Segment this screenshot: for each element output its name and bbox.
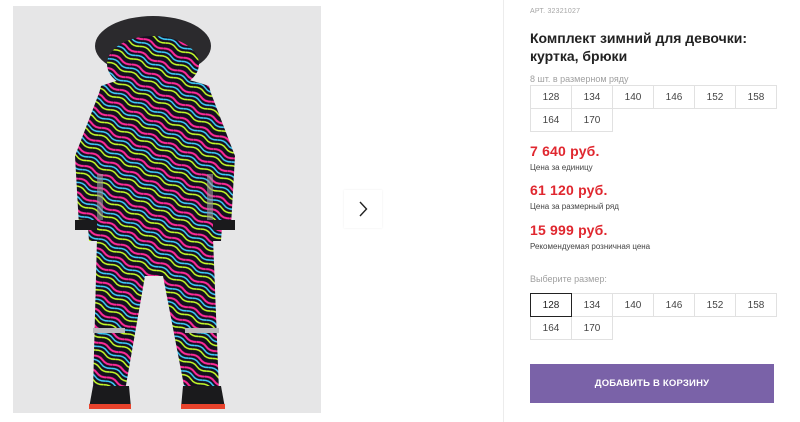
pack-label: 8 шт. в размерном ряду [530,74,629,84]
article-label: АРТ. [530,8,546,15]
pack-size-cell: 140 [612,85,654,109]
size-option-selected[interactable]: 128 [530,293,572,317]
pack-size-cell: 128 [530,85,572,109]
unit-price-caption: Цена за единицу [530,163,593,172]
size-option[interactable]: 158 [735,293,777,317]
pack-size-cell: 164 [530,108,572,132]
size-select-label: Выберите размер: [530,274,607,284]
size-option[interactable]: 140 [612,293,654,317]
product-title: Комплект зимний для девочки: куртка, брю… [530,30,747,64]
article-number: АРТ. 32321027 [530,8,580,15]
pack-size-cell: 146 [653,85,695,109]
chevron-right-icon [359,201,368,217]
article-value: 32321027 [547,8,581,15]
retail-price-caption: Рекомендуемая розничная цена [530,242,651,251]
pack-size-cell: 158 [735,85,777,109]
pack-size-cell: 152 [694,85,736,109]
size-option[interactable]: 146 [653,293,695,317]
size-option[interactable]: 152 [694,293,736,317]
size-row-price-caption: Цена за размерный ряд [530,202,619,211]
column-divider [503,0,504,422]
add-to-cart-button[interactable]: ДОБАВИТЬ В КОРЗИНУ [530,364,774,403]
size-option[interactable]: 164 [530,316,572,340]
retail-price: 15 999 руб. [530,222,608,238]
size-option[interactable]: 170 [571,316,613,340]
size-selector: 128 134 140 146 152 158 164 170 [530,293,777,340]
pack-size-cell: 134 [571,85,613,109]
product-gallery [0,0,503,422]
next-image-button[interactable] [344,190,382,228]
pack-size-grid: 128 134 140 146 152 158 164 170 [530,85,777,132]
pack-size-cell: 170 [571,108,613,132]
unit-price: 7 640 руб. [530,143,600,159]
size-option[interactable]: 134 [571,293,613,317]
size-row-price: 61 120 руб. [530,182,608,198]
product-photo [13,6,321,413]
